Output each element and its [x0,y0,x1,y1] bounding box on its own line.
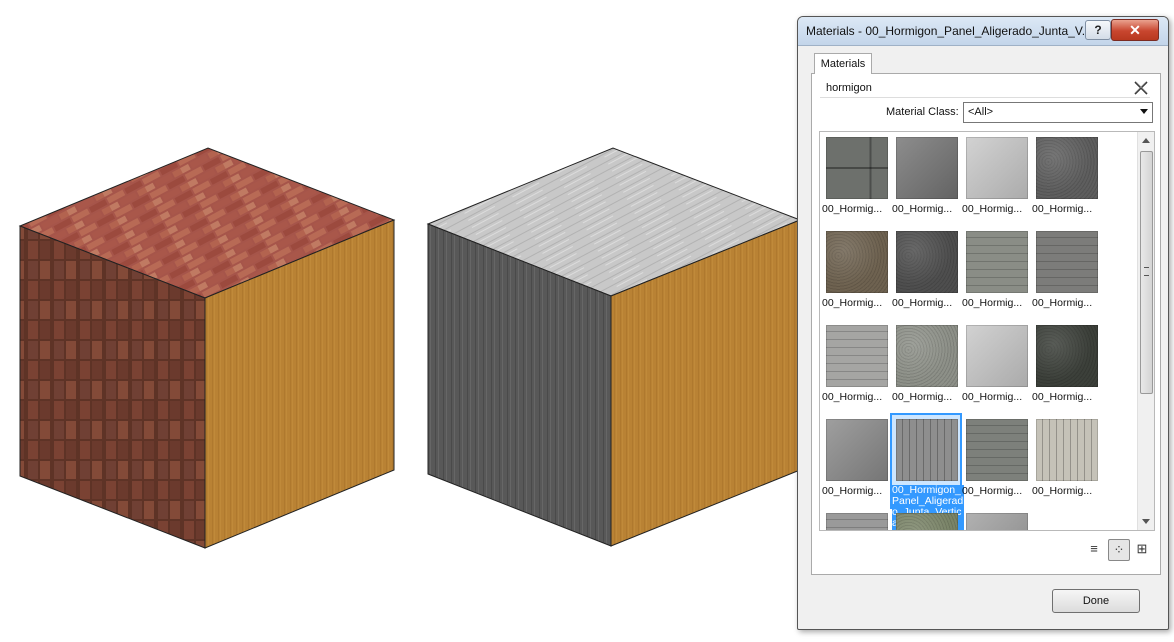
material-item[interactable]: 00_Hormig... [892,227,960,319]
materials-grid[interactable]: 00_Hormig... 00_Hormig... 00_Hormig... 00_H… [819,131,1155,531]
close-button[interactable]: ✕ [1111,19,1159,41]
list-view-icon[interactable]: ≡ [1084,539,1104,559]
material-item[interactable]: 00_Hormigon_Panel_Aligerado_Junta_Vertic… [890,413,964,530]
material-thumbnail [1036,325,1098,387]
material-item[interactable] [822,509,890,530]
clear-search-icon[interactable] [1132,79,1150,97]
material-item[interactable]: 00_Hormig... [1032,227,1100,319]
chevron-down-icon [1140,109,1148,114]
material-item[interactable]: 00_Hormig... [1032,415,1100,507]
grip-icon [1144,267,1149,276]
material-item[interactable]: 00_Hormig... [822,321,890,413]
tab-materials[interactable]: Materials [814,53,872,74]
material-thumbnail [896,513,958,530]
material-thumbnail [896,325,958,387]
material-item[interactable]: 00_Hormig... [822,227,890,319]
material-thumbnail [826,513,888,530]
scroll-up-icon[interactable] [1142,138,1150,143]
dialog-title: Materials - 00_Hormigon_Panel_Aligerado_… [806,24,1088,38]
material-item[interactable]: 00_Hormig... [1032,133,1100,225]
scrollbar-thumb[interactable] [1140,151,1153,394]
material-thumbnail [896,231,958,293]
material-label: 00_Hormig... [962,485,1023,497]
material-label: 00_Hormig... [1032,391,1093,403]
material-label: 00_Hormig... [962,297,1023,309]
material-label: 00_Hormig... [1032,203,1093,215]
material-item[interactable]: 00_Hormig... [892,133,960,225]
view-mode-buttons: ≡ ⁘ ⊞ [1084,539,1154,561]
material-thumbnail [966,325,1028,387]
material-label: 00_Hormig... [822,391,883,403]
material-label: 00_Hormig... [892,203,953,215]
small-icons-view-icon[interactable]: ⁘ [1108,539,1130,561]
material-label: 00_Hormig... [1032,297,1093,309]
material-item[interactable]: 00_Hormig... [962,133,1030,225]
material-label: 00_Hormig... [822,485,883,497]
material-label: 00_Hormig... [892,391,953,403]
help-button[interactable]: ? [1085,20,1111,40]
material-item[interactable] [892,509,960,530]
dialog-titlebar[interactable]: Materials - 00_Hormigon_Panel_Aligerado_… [798,17,1168,46]
material-item[interactable]: 00_Hormig... [822,415,890,507]
material-thumbnail [826,325,888,387]
material-class-value: <All> [968,106,994,118]
material-item[interactable]: 00_Hormig... [962,227,1030,319]
material-item[interactable] [962,509,1030,530]
material-label: 00_Hormig... [892,297,953,309]
material-item[interactable]: 00_Hormig... [962,321,1030,413]
done-button[interactable]: Done [1052,589,1140,613]
material-thumbnail [966,137,1028,199]
material-thumbnail [896,137,958,199]
material-label: 00_Hormig... [822,203,883,215]
material-item[interactable]: 00_Hormig... [822,133,890,225]
materials-dialog: Materials - 00_Hormigon_Panel_Aligerado_… [797,16,1169,630]
concrete-wood-cube[interactable] [426,147,797,547]
material-label: 00_Hormig... [1032,485,1093,497]
material-label: 00_Hormig... [962,391,1023,403]
search-input[interactable]: hormigon [826,82,872,94]
material-thumbnail [1036,231,1098,293]
model-viewport[interactable] [0,0,797,642]
material-label: 00_Hormig... [822,297,883,309]
search-field[interactable]: hormigon [820,79,1150,98]
large-icons-view-icon[interactable]: ⊞ [1132,539,1152,559]
material-thumbnail [1036,137,1098,199]
material-thumbnail [826,419,888,481]
material-item[interactable]: 00_Hormig... [962,415,1030,507]
material-class-select[interactable]: <All> [963,102,1153,123]
material-thumbnail [1036,419,1098,481]
material-item[interactable]: 00_Hormig... [892,321,960,413]
brick-wood-cube[interactable] [18,147,396,549]
material-thumbnail [966,231,1028,293]
material-thumbnail [826,137,888,199]
material-thumbnail [966,513,1028,530]
vertical-scrollbar[interactable] [1137,132,1154,530]
material-item[interactable]: 00_Hormig... [1032,321,1100,413]
material-thumbnail [896,419,958,481]
material-label: 00_Hormig... [962,203,1023,215]
scroll-down-icon[interactable] [1142,519,1150,524]
material-class-label: Material Class: [886,106,959,118]
materials-panel: hormigon Material Class: <All> 00_Hormig… [811,73,1161,575]
material-thumbnail [966,419,1028,481]
material-thumbnail [826,231,888,293]
